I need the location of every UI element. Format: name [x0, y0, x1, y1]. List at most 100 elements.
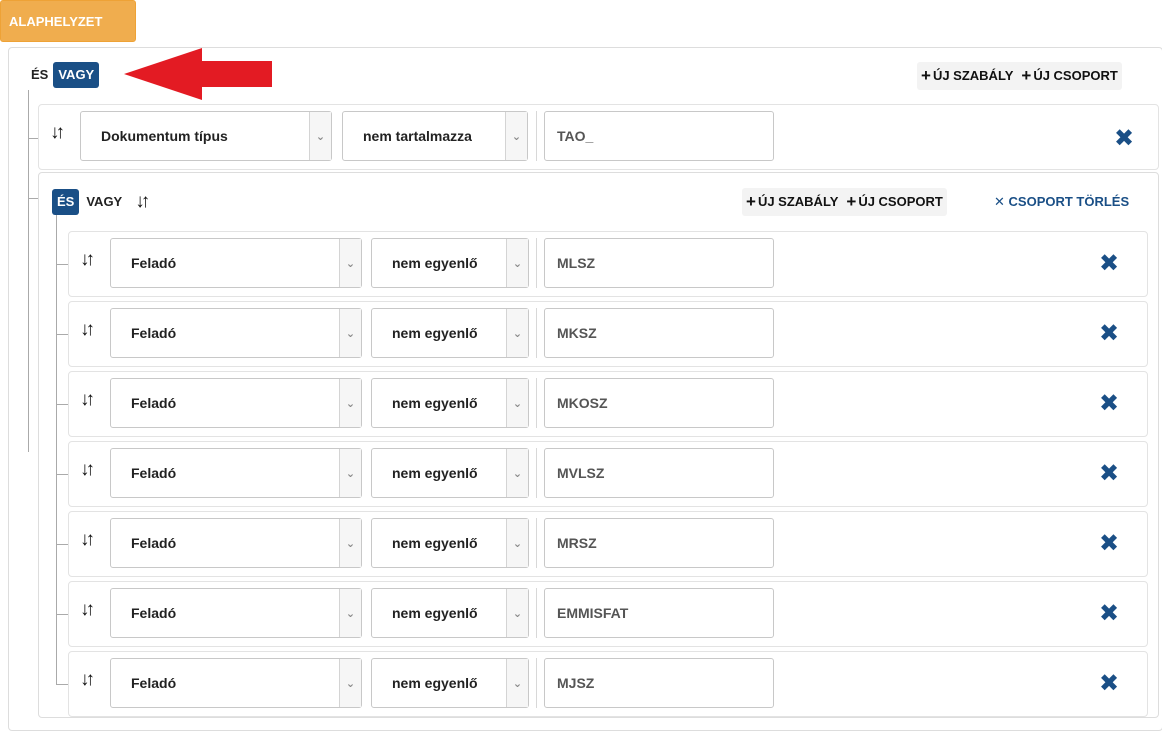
delete-rule-close-icon[interactable]: ✖: [1099, 532, 1119, 556]
field-select[interactable]: Feladó ⌄: [110, 588, 362, 638]
outer-tree-branch: [28, 198, 38, 199]
field-select[interactable]: Feladó ⌄: [110, 518, 362, 568]
divider: [536, 308, 537, 358]
operator-select-value: nem egyenlő: [392, 395, 478, 411]
field-select-value: Feladó: [131, 535, 177, 551]
plus-icon: +: [746, 192, 756, 211]
chevron-down-icon: ⌄: [339, 589, 361, 637]
operator-select-value: nem egyenlő: [392, 255, 478, 271]
plus-icon: +: [921, 66, 931, 85]
close-icon: ✕: [994, 194, 1005, 209]
field-select-value: Feladó: [131, 325, 177, 341]
field-select-value: Feladó: [131, 675, 177, 691]
operator-select-value: nem egyenlő: [392, 465, 478, 481]
chevron-down-icon: ⌄: [339, 239, 361, 287]
chevron-down-icon: ⌄: [506, 239, 528, 287]
sort-arrows-icon[interactable]: ↓↑: [80, 389, 95, 411]
delete-rule-close-icon[interactable]: ✖: [1099, 392, 1119, 416]
operator-select-value: nem egyenlő: [392, 675, 478, 691]
field-select[interactable]: Feladó ⌄: [110, 378, 362, 428]
sort-arrows-icon[interactable]: ↓↑: [50, 122, 65, 144]
field-select[interactable]: Feladó ⌄: [110, 308, 362, 358]
outer-add-group-button[interactable]: + ÚJ CSOPORT: [1017, 62, 1121, 90]
field-select-value: Dokumentum típus: [101, 128, 228, 144]
delete-rule-close-icon[interactable]: ✖: [1099, 602, 1119, 626]
inner-tree-branch: [56, 544, 68, 545]
operator-select[interactable]: nem egyenlő ⌄: [371, 658, 529, 708]
inner-tree-branch: [56, 684, 68, 685]
chevron-down-icon: ⌄: [339, 659, 361, 707]
divider: [536, 111, 537, 161]
sort-arrows-icon[interactable]: ↓↑: [135, 191, 150, 213]
chevron-down-icon: ⌄: [339, 309, 361, 357]
inner-and-button[interactable]: ÉS: [52, 189, 80, 215]
sort-arrows-icon[interactable]: ↓↑: [80, 669, 95, 691]
inner-add-group-button[interactable]: + ÚJ CSOPORT: [842, 188, 946, 216]
divider: [536, 588, 537, 638]
chevron-down-icon: ⌄: [505, 112, 527, 160]
sort-arrows-icon[interactable]: ↓↑: [80, 249, 95, 271]
operator-select-value: nem egyenlő: [392, 605, 478, 621]
value-input[interactable]: [544, 378, 774, 428]
outer-operator-select[interactable]: nem tartalmazza ⌄: [342, 111, 528, 161]
divider: [536, 448, 537, 498]
field-select[interactable]: Feladó ⌄: [110, 238, 362, 288]
outer-value-input[interactable]: [544, 111, 774, 161]
sort-arrows-icon[interactable]: ↓↑: [80, 459, 95, 481]
delete-rule-close-icon[interactable]: ✖: [1114, 127, 1134, 151]
inner-group-actions: + ÚJ SZABÁLY + ÚJ CSOPORT: [742, 188, 947, 216]
value-input[interactable]: [544, 448, 774, 498]
delete-rule-close-icon[interactable]: ✖: [1099, 322, 1119, 346]
field-select-value: Feladó: [131, 255, 177, 271]
delete-rule-close-icon[interactable]: ✖: [1099, 672, 1119, 696]
operator-select[interactable]: nem egyenlő ⌄: [371, 378, 529, 428]
chevron-down-icon: ⌄: [506, 519, 528, 567]
field-select-value: Feladó: [131, 465, 177, 481]
outer-group-actions: + ÚJ SZABÁLY + ÚJ CSOPORT: [917, 62, 1122, 90]
sort-arrows-icon[interactable]: ↓↑: [80, 529, 95, 551]
inner-tree-branch: [56, 404, 68, 405]
value-input[interactable]: [544, 588, 774, 638]
value-input[interactable]: [544, 658, 774, 708]
inner-or-button[interactable]: VAGY: [81, 189, 127, 215]
outer-field-select[interactable]: Dokumentum típus ⌄: [80, 111, 332, 161]
delete-rule-close-icon[interactable]: ✖: [1099, 462, 1119, 486]
value-input[interactable]: [544, 308, 774, 358]
divider: [536, 658, 537, 708]
chevron-down-icon: ⌄: [339, 379, 361, 427]
delete-rule-close-icon[interactable]: ✖: [1099, 252, 1119, 276]
inner-add-rule-label: ÚJ SZABÁLY: [757, 194, 839, 209]
operator-select[interactable]: nem egyenlő ⌄: [371, 448, 529, 498]
field-select[interactable]: Feladó ⌄: [110, 448, 362, 498]
chevron-down-icon: ⌄: [506, 379, 528, 427]
chevron-down-icon: ⌄: [506, 659, 528, 707]
outer-add-rule-button[interactable]: + ÚJ SZABÁLY: [917, 62, 1017, 90]
inner-add-group-label: ÚJ CSOPORT: [858, 194, 943, 209]
inner-tree-branch: [56, 474, 68, 475]
chevron-down-icon: ⌄: [339, 519, 361, 567]
sort-arrows-icon[interactable]: ↓↑: [80, 319, 95, 341]
operator-select[interactable]: nem egyenlő ⌄: [371, 518, 529, 568]
chevron-down-icon: ⌄: [309, 112, 331, 160]
outer-or-button[interactable]: VAGY: [53, 62, 100, 88]
inner-tree-branch: [56, 334, 68, 335]
sort-arrows-icon[interactable]: ↓↑: [80, 599, 95, 621]
operator-select-value: nem tartalmazza: [363, 128, 472, 144]
inner-conjunction-toggle: ÉS VAGY ↓↑: [52, 189, 150, 215]
field-select[interactable]: Feladó ⌄: [110, 658, 362, 708]
inner-tree-branch: [56, 264, 68, 265]
plus-icon: +: [846, 192, 857, 211]
inner-add-rule-button[interactable]: + ÚJ SZABÁLY: [742, 188, 842, 216]
field-select-value: Feladó: [131, 605, 177, 621]
reset-button[interactable]: ALAPHELYZET: [0, 0, 136, 42]
outer-conjunction-toggle: ÉS VAGY: [26, 62, 100, 88]
operator-select[interactable]: nem egyenlő ⌄: [371, 588, 529, 638]
value-input[interactable]: [544, 238, 774, 288]
operator-select[interactable]: nem egyenlő ⌄: [371, 308, 529, 358]
inner-tree-branch: [56, 614, 68, 615]
value-input[interactable]: [544, 518, 774, 568]
red-arrow-annotation-icon: [124, 48, 272, 100]
operator-select[interactable]: nem egyenlő ⌄: [371, 238, 529, 288]
delete-group-button[interactable]: ✕ CSOPORT TÖRLÉS: [994, 188, 1129, 216]
outer-and-button[interactable]: ÉS: [26, 62, 53, 88]
